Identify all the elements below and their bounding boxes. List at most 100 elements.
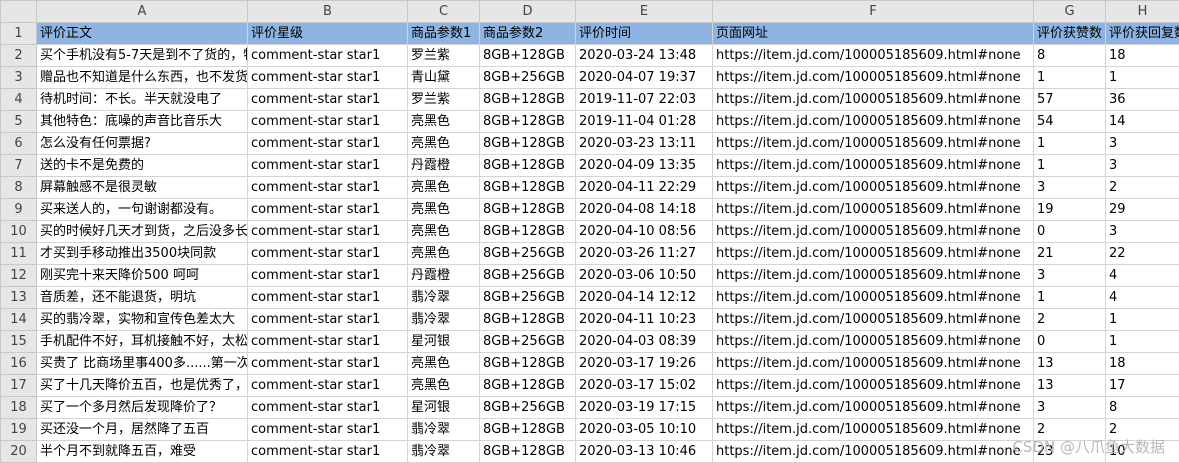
table-cell[interactable]: 8GB+256GB xyxy=(479,396,576,419)
table-cell[interactable]: 1 xyxy=(1033,66,1106,89)
column-header[interactable]: F xyxy=(712,0,1034,23)
table-cell[interactable]: comment-star star1 xyxy=(247,132,408,155)
table-cell[interactable]: comment-star star1 xyxy=(247,154,408,177)
table-cell[interactable]: 手机配件不好，耳机接触不好，太松 xyxy=(36,330,248,353)
table-cell[interactable]: comment-star star1 xyxy=(247,308,408,331)
table-cell[interactable]: https://item.jd.com/100005185609.html#no… xyxy=(712,132,1034,155)
table-cell[interactable]: 2019-11-07 22:03 xyxy=(575,88,713,111)
header-cell[interactable]: 评价获赞数 xyxy=(1033,22,1106,45)
row-number[interactable]: 11 xyxy=(0,242,37,265)
table-cell[interactable]: 3 xyxy=(1105,154,1179,177)
table-cell[interactable]: 8GB+256GB xyxy=(479,264,576,287)
table-cell[interactable]: 待机时间：不长。半天就没电了 xyxy=(36,88,248,111)
row-number[interactable]: 3 xyxy=(0,66,37,89)
table-cell[interactable]: 亮黑色 xyxy=(407,220,480,243)
table-cell[interactable]: 2019-11-04 01:28 xyxy=(575,110,713,133)
row-number[interactable]: 17 xyxy=(0,374,37,397)
column-header[interactable]: A xyxy=(36,0,248,23)
table-cell[interactable]: 8GB+256GB xyxy=(479,242,576,265)
table-cell[interactable]: https://item.jd.com/100005185609.html#no… xyxy=(712,418,1034,441)
table-cell[interactable]: 23 xyxy=(1033,440,1106,463)
table-cell[interactable]: 赠品也不知道是什么东西，也不发货 xyxy=(36,66,248,89)
select-all-corner[interactable] xyxy=(0,0,37,23)
table-cell[interactable]: 2020-04-03 08:39 xyxy=(575,330,713,353)
table-cell[interactable]: 18 xyxy=(1105,44,1179,67)
row-number[interactable]: 13 xyxy=(0,286,37,309)
table-cell[interactable]: 8GB+128GB xyxy=(479,88,576,111)
table-cell[interactable]: https://item.jd.com/100005185609.html#no… xyxy=(712,242,1034,265)
table-cell[interactable]: 8GB+128GB xyxy=(479,308,576,331)
table-cell[interactable]: 2020-04-14 12:12 xyxy=(575,286,713,309)
row-number[interactable]: 7 xyxy=(0,154,37,177)
table-cell[interactable]: 丹霞橙 xyxy=(407,154,480,177)
table-cell[interactable]: https://item.jd.com/100005185609.html#no… xyxy=(712,198,1034,221)
table-cell[interactable]: https://item.jd.com/100005185609.html#no… xyxy=(712,110,1034,133)
table-cell[interactable]: comment-star star1 xyxy=(247,374,408,397)
table-cell[interactable]: 亮黑色 xyxy=(407,132,480,155)
table-cell[interactable]: comment-star star1 xyxy=(247,220,408,243)
table-cell[interactable]: comment-star star1 xyxy=(247,110,408,133)
column-header[interactable]: E xyxy=(575,0,713,23)
table-cell[interactable]: 买了一个多月然后发现降价了？ xyxy=(36,396,248,419)
table-cell[interactable]: https://item.jd.com/100005185609.html#no… xyxy=(712,396,1034,419)
table-cell[interactable]: 怎么没有任何票据? xyxy=(36,132,248,155)
table-cell[interactable]: 8 xyxy=(1033,44,1106,67)
table-cell[interactable]: 才买到手移动推出3500块同款 xyxy=(36,242,248,265)
table-cell[interactable]: 14 xyxy=(1105,110,1179,133)
table-cell[interactable]: comment-star star1 xyxy=(247,440,408,463)
table-cell[interactable]: comment-star star1 xyxy=(247,418,408,441)
table-cell[interactable]: 买个手机没有5-7天是到不了货的，特 xyxy=(36,44,248,67)
table-cell[interactable]: 屏幕触感不是很灵敏 xyxy=(36,176,248,199)
table-cell[interactable]: 3 xyxy=(1033,176,1106,199)
table-cell[interactable]: 21 xyxy=(1033,242,1106,265)
table-cell[interactable]: 57 xyxy=(1033,88,1106,111)
table-cell[interactable]: 刚买完十来天降价500 呵呵 xyxy=(36,264,248,287)
row-number[interactable]: 5 xyxy=(0,110,37,133)
table-cell[interactable]: 翡冷翠 xyxy=(407,440,480,463)
table-cell[interactable]: 2020-03-24 13:48 xyxy=(575,44,713,67)
row-number[interactable]: 16 xyxy=(0,352,37,375)
table-cell[interactable]: 3 xyxy=(1033,264,1106,287)
table-cell[interactable]: comment-star star1 xyxy=(247,286,408,309)
table-cell[interactable]: 4 xyxy=(1105,264,1179,287)
table-cell[interactable]: 8GB+128GB xyxy=(479,110,576,133)
table-cell[interactable]: 买还没一个月，居然降了五百 xyxy=(36,418,248,441)
header-cell[interactable]: 评价星级 xyxy=(247,22,408,45)
header-cell[interactable]: 评价时间 xyxy=(575,22,713,45)
table-cell[interactable]: 2020-03-13 10:46 xyxy=(575,440,713,463)
table-cell[interactable]: 3 xyxy=(1033,396,1106,419)
table-cell[interactable]: 19 xyxy=(1033,198,1106,221)
table-cell[interactable]: 8GB+128GB xyxy=(479,176,576,199)
table-cell[interactable]: 22 xyxy=(1105,242,1179,265)
table-cell[interactable]: 8GB+128GB xyxy=(479,418,576,441)
row-number[interactable]: 12 xyxy=(0,264,37,287)
table-cell[interactable]: comment-star star1 xyxy=(247,198,408,221)
table-cell[interactable]: 0 xyxy=(1033,330,1106,353)
table-cell[interactable]: https://item.jd.com/100005185609.html#no… xyxy=(712,286,1034,309)
header-cell[interactable]: 评价获回复数 xyxy=(1105,22,1179,45)
table-cell[interactable]: https://item.jd.com/100005185609.html#no… xyxy=(712,88,1034,111)
table-cell[interactable]: 8GB+128GB xyxy=(479,374,576,397)
table-cell[interactable]: 1 xyxy=(1033,154,1106,177)
table-cell[interactable]: 买的翡冷翠，实物和宣传色差太大 xyxy=(36,308,248,331)
table-cell[interactable]: 1 xyxy=(1105,66,1179,89)
table-cell[interactable]: 2020-03-05 10:10 xyxy=(575,418,713,441)
table-cell[interactable]: comment-star star1 xyxy=(247,330,408,353)
table-cell[interactable]: https://item.jd.com/100005185609.html#no… xyxy=(712,220,1034,243)
table-cell[interactable]: 2020-03-23 13:11 xyxy=(575,132,713,155)
table-cell[interactable]: 2020-04-09 13:35 xyxy=(575,154,713,177)
table-cell[interactable]: 翡冷翠 xyxy=(407,308,480,331)
table-cell[interactable]: comment-star star1 xyxy=(247,44,408,67)
table-cell[interactable]: 8GB+128GB xyxy=(479,440,576,463)
table-cell[interactable]: 3 xyxy=(1105,220,1179,243)
table-cell[interactable]: 星河银 xyxy=(407,330,480,353)
table-cell[interactable]: https://item.jd.com/100005185609.html#no… xyxy=(712,308,1034,331)
header-cell[interactable]: 页面网址 xyxy=(712,22,1034,45)
table-cell[interactable]: https://item.jd.com/100005185609.html#no… xyxy=(712,264,1034,287)
table-cell[interactable]: https://item.jd.com/100005185609.html#no… xyxy=(712,154,1034,177)
row-number[interactable]: 8 xyxy=(0,176,37,199)
header-cell[interactable]: 商品参数1 xyxy=(407,22,480,45)
table-cell[interactable]: 半个月不到就降五百，难受 xyxy=(36,440,248,463)
table-cell[interactable]: comment-star star1 xyxy=(247,242,408,265)
table-cell[interactable]: 54 xyxy=(1033,110,1106,133)
